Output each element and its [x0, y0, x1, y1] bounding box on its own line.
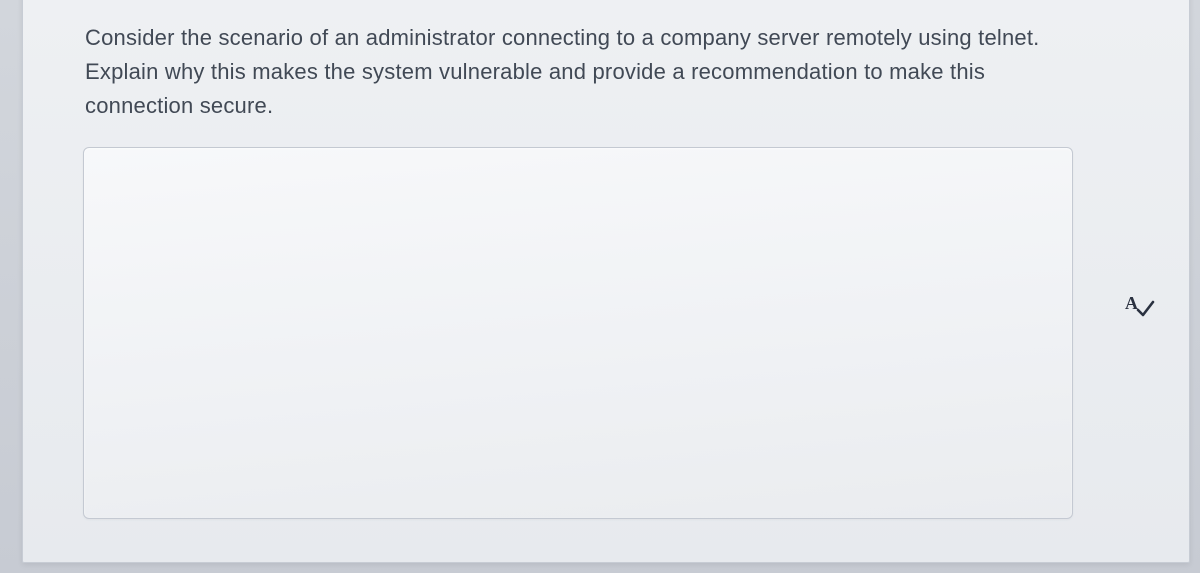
spellcheck-icon: A	[1125, 293, 1155, 319]
question-card: Consider the scenario of an administrato…	[22, 0, 1190, 563]
question-prompt: Consider the scenario of an administrato…	[85, 21, 1049, 123]
answer-textarea[interactable]	[83, 147, 1073, 519]
svg-text:A: A	[1125, 293, 1138, 313]
spellcheck-button[interactable]: A	[1123, 291, 1157, 321]
